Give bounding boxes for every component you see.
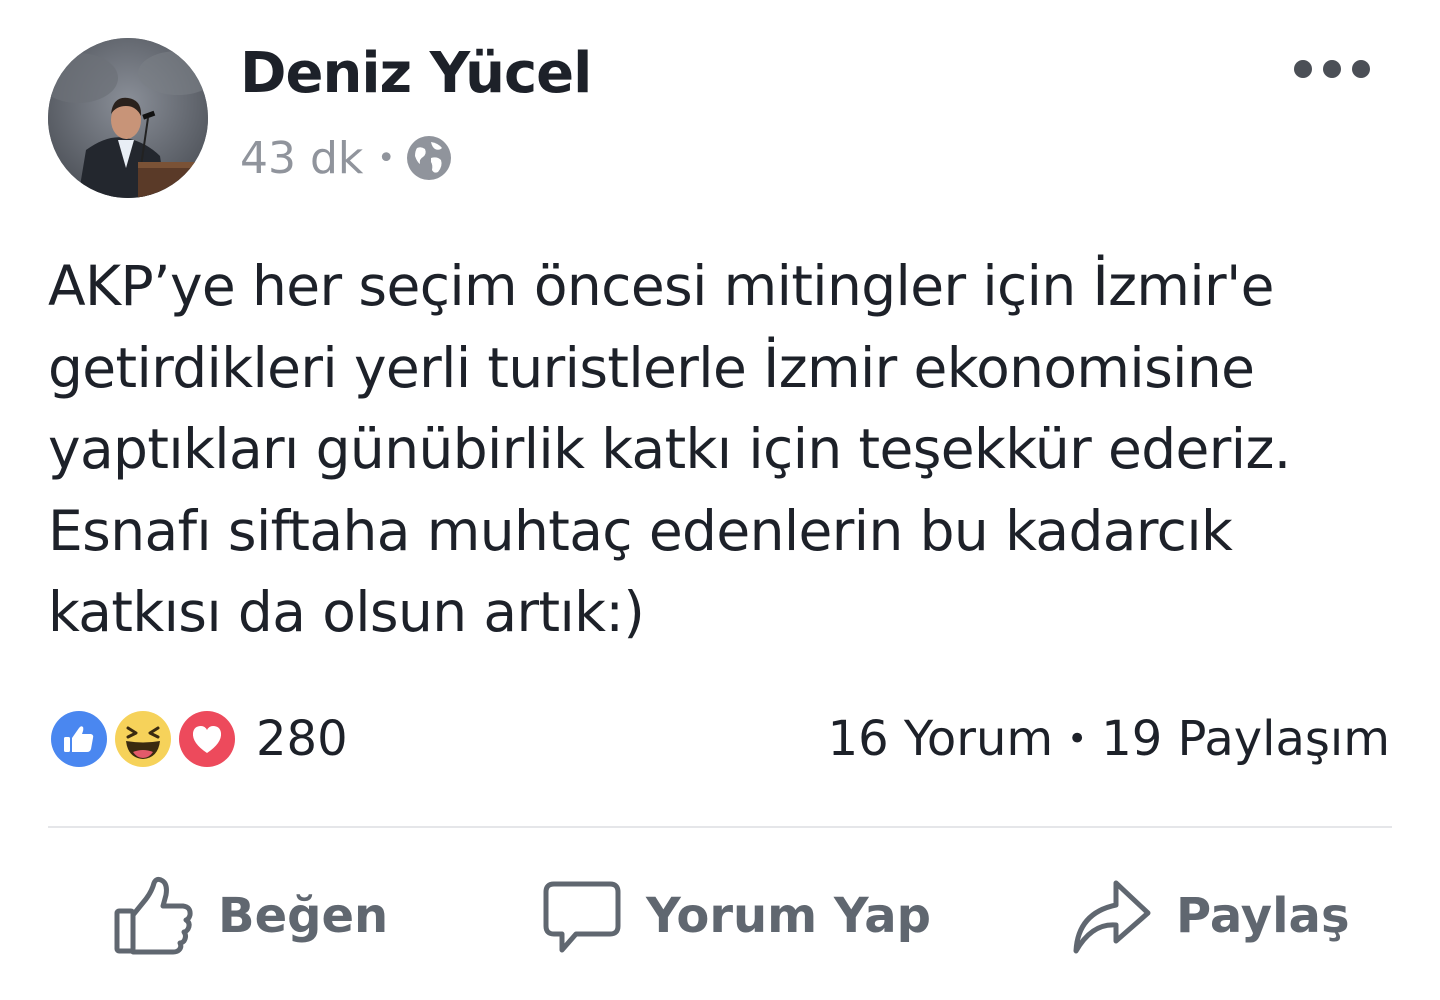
comment-button-label: Yorum Yap [646, 888, 931, 944]
engagement-separator: • [1067, 719, 1088, 759]
more-dot [1323, 60, 1341, 78]
like-button[interactable]: Beğen [110, 866, 388, 966]
reaction-icons [48, 706, 242, 772]
more-dot [1352, 60, 1370, 78]
divider [48, 826, 1392, 828]
reactions-summary[interactable]: 280 [48, 706, 348, 772]
reaction-count: 280 [256, 711, 348, 767]
post-meta: 43 dk • [240, 130, 453, 186]
author-name[interactable]: Deniz Yücel [240, 38, 592, 110]
haha-reaction-icon [112, 708, 174, 770]
post-text-line: katkısı da olsun artık:) [48, 580, 645, 644]
post-text: AKP’ye her seçim öncesi mitingler için İ… [48, 246, 1388, 654]
more-dot [1294, 60, 1312, 78]
comment-bubble-icon [543, 881, 621, 953]
post-text-line: getirdikleri yerli turistlerle İzmir eko… [48, 335, 1255, 400]
globe-icon[interactable] [405, 134, 453, 182]
engagement-stats: 16 Yorum • 19 Paylaşım [828, 706, 1390, 772]
post-timestamp[interactable]: 43 dk [240, 133, 363, 184]
more-options-icon[interactable] [1294, 52, 1370, 86]
shares-count-link[interactable]: 19 Paylaşım [1101, 711, 1390, 767]
share-arrow-icon [1073, 880, 1151, 954]
meta-separator: • [377, 140, 396, 176]
thumbs-up-icon [114, 876, 193, 955]
comment-button[interactable]: Yorum Yap [540, 866, 931, 966]
post-text-line: AKP’ye her seçim öncesi mitingler için İ… [48, 254, 1274, 318]
love-reaction-icon [176, 708, 238, 770]
like-reaction-icon [48, 708, 110, 770]
comments-count-link[interactable]: 16 Yorum [828, 711, 1054, 767]
share-button-label: Paylaş [1176, 888, 1350, 944]
like-button-label: Beğen [218, 888, 389, 944]
share-button[interactable]: Paylaş [1068, 866, 1350, 966]
post-text-line: Esnafı siftaha muhtaç edenlerin bu kadar… [48, 498, 1233, 563]
avatar-photo [48, 38, 208, 198]
author-avatar[interactable] [48, 38, 208, 198]
post-text-line: yaptıkları günübirlik katkı için teşekkü… [48, 417, 1291, 481]
